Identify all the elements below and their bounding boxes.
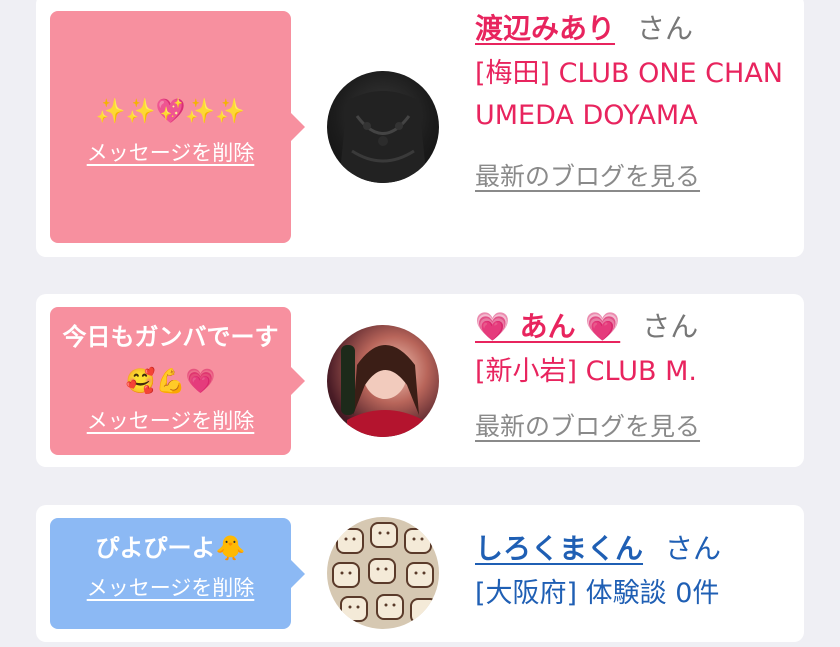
profile-name-link[interactable]: 💗 あん 💗 xyxy=(475,310,620,343)
message-bubble: 今日もガンバでーす🥰💪💗 メッセージを削除 xyxy=(50,307,305,455)
avatar[interactable] xyxy=(327,71,439,183)
delete-message-button[interactable]: メッセージを削除 xyxy=(87,572,255,602)
latest-blog-link[interactable]: 最新のブログを見る xyxy=(475,407,700,443)
avatar[interactable] xyxy=(327,325,439,437)
latest-blog-link[interactable]: 最新のブログを見る xyxy=(475,157,700,193)
avatar[interactable] xyxy=(327,517,439,629)
delete-message-button[interactable]: メッセージを削除 xyxy=(87,405,255,435)
honorific: さん xyxy=(637,12,694,45)
shop-name: [大阪府] 体験談 0件 xyxy=(475,578,720,609)
shop-name: [新小岩] CLUB M. xyxy=(475,356,697,387)
profile-info: しろくまくん さん [大阪府] 体験談 0件 xyxy=(475,529,795,615)
profile-name-link[interactable]: 渡辺みあり xyxy=(475,12,615,45)
avatar-image xyxy=(341,345,423,437)
list-item: 今日もガンバでーす🥰💪💗 メッセージを削除 💗 あん 💗 さん [新小岩] CLU… xyxy=(36,294,804,467)
message-bubble: ✨✨💖✨✨ メッセージを削除 xyxy=(50,11,305,243)
avatar-image xyxy=(339,91,427,183)
delete-message-button[interactable]: メッセージを削除 xyxy=(87,137,255,167)
profile-name-link[interactable]: しろくまくん xyxy=(475,532,643,565)
honorific: さん xyxy=(642,310,699,343)
message-list: ✨✨💖✨✨ メッセージを削除 渡辺みあり さん [梅田] CLUB ONE CHA… xyxy=(0,0,840,647)
list-item: ぴよぴーよ🐥 メッセージを削除 しろくまくん さん [大阪府] 体験談 0件 xyxy=(36,505,804,642)
profile-info: 渡辺みあり さん [梅田] CLUB ONE CHAN UMEDA DOYAMA … xyxy=(475,9,795,193)
avatar-image xyxy=(332,522,438,624)
message-text: ✨✨💖✨✨ xyxy=(95,97,246,125)
message-text: ぴよぴーよ🐥 xyxy=(95,534,246,562)
list-item: ✨✨💖✨✨ メッセージを削除 渡辺みあり さん [梅田] CLUB ONE CHA… xyxy=(36,0,804,257)
message-text: 今日もガンバでーす🥰💪💗 xyxy=(62,323,279,395)
message-bubble: ぴよぴーよ🐥 メッセージを削除 xyxy=(50,518,305,629)
honorific: さん xyxy=(665,532,722,565)
profile-info: 💗 あん 💗 さん [新小岩] CLUB M. 最新のブログを見る xyxy=(475,307,795,443)
shop-name: [梅田] CLUB ONE CHAN UMEDA DOYAMA xyxy=(475,58,783,131)
